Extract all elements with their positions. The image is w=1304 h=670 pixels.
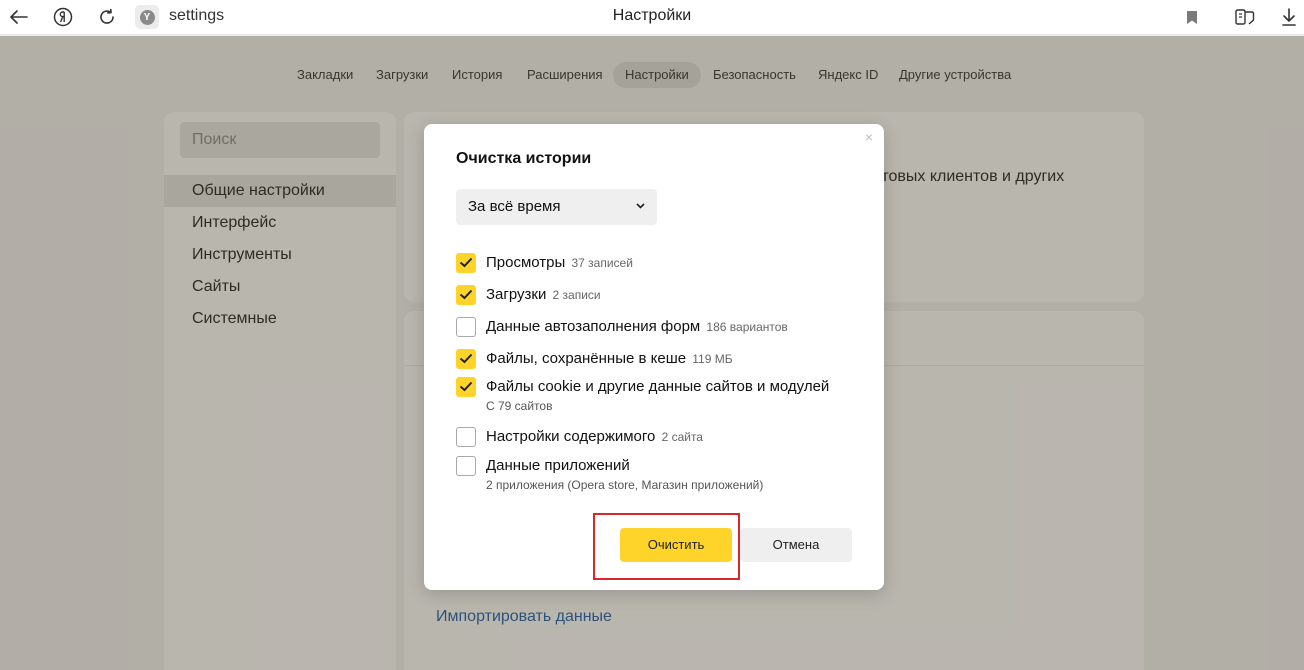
- checkbox-unchecked[interactable]: [456, 427, 476, 447]
- bookmark-icon[interactable]: [1178, 4, 1206, 30]
- site-info-icon[interactable]: Y: [135, 5, 159, 29]
- option-label: Настройки содержимого 2 сайта: [486, 428, 703, 445]
- option-label: Данные приложений: [486, 457, 630, 474]
- yandex-logo-icon[interactable]: [49, 4, 77, 30]
- option-count: 186 вариантов: [706, 320, 788, 334]
- checkmark-icon: [459, 353, 473, 364]
- chevron-down-icon: [636, 203, 645, 209]
- yandex-badge-icon: Y: [139, 9, 155, 25]
- highlight-annotation: [593, 513, 740, 580]
- checkbox-unchecked[interactable]: [456, 317, 476, 337]
- cancel-button[interactable]: Отмена: [740, 528, 852, 562]
- checkmark-icon: [459, 381, 473, 392]
- option-label: Файлы, сохранённые в кеше 119 МБ: [486, 350, 733, 367]
- option-subtext: С 79 сайтов: [486, 399, 553, 413]
- option-count: 119 МБ: [692, 352, 733, 366]
- back-arrow-icon[interactable]: [5, 4, 33, 30]
- checkmark-icon: [459, 289, 473, 300]
- option-count: 2 сайта: [661, 430, 703, 444]
- reload-icon[interactable]: [93, 4, 121, 30]
- option-label: Просмотры 37 записей: [486, 254, 633, 271]
- checkbox-checked[interactable]: [456, 377, 476, 397]
- browser-toolbar: Y settings Настройки: [0, 0, 1304, 35]
- dialog-title: Очистка истории: [456, 150, 592, 167]
- period-select-value: За всё время: [468, 198, 561, 215]
- close-icon[interactable]: ×: [862, 130, 876, 144]
- checkbox-checked[interactable]: [456, 285, 476, 305]
- checkbox-checked[interactable]: [456, 253, 476, 273]
- clear-history-dialog: × Очистка истории За всё время Просмотры…: [424, 124, 884, 590]
- option-label: Загрузки 2 записи: [486, 286, 601, 303]
- download-icon[interactable]: [1275, 4, 1303, 30]
- option-label: Файлы cookie и другие данные сайтов и мо…: [486, 378, 830, 395]
- checkbox-unchecked[interactable]: [456, 456, 476, 476]
- period-select[interactable]: За всё время: [456, 189, 657, 225]
- option-count: 2 записи: [552, 288, 601, 302]
- checkmark-icon: [459, 257, 473, 268]
- collections-icon[interactable]: [1231, 4, 1259, 30]
- checkbox-checked[interactable]: [456, 349, 476, 369]
- option-subtext: 2 приложения (Opera store, Магазин прило…: [486, 478, 764, 492]
- option-count: 37 записей: [571, 256, 633, 270]
- option-label: Данные автозаполнения форм 186 вариантов: [486, 318, 788, 335]
- address-bar[interactable]: settings: [169, 7, 224, 25]
